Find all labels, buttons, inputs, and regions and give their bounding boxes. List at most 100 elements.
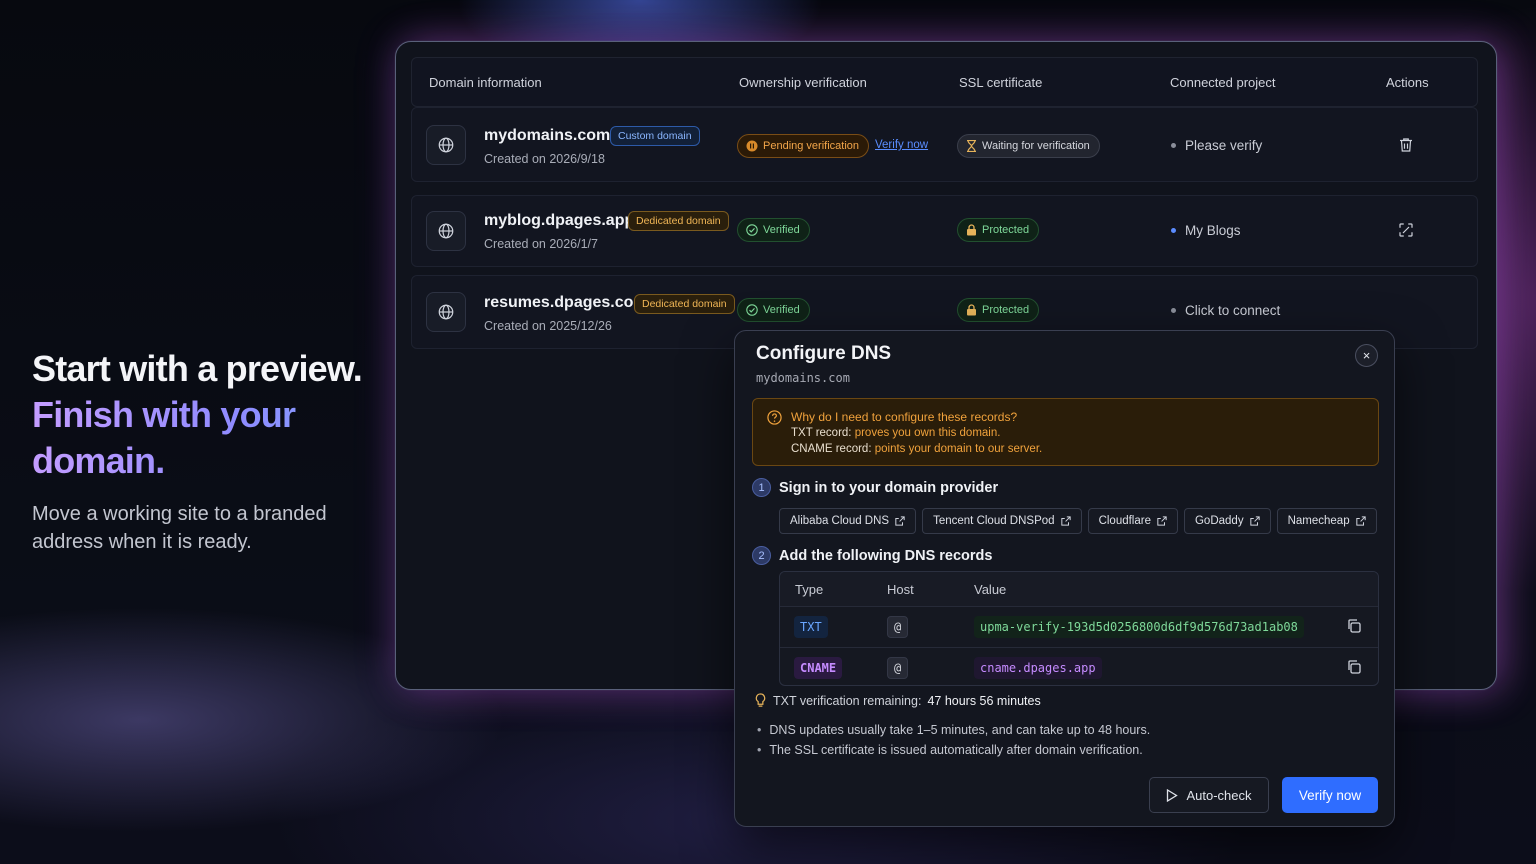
step-number: 1 bbox=[752, 478, 771, 497]
auto-check-button[interactable]: Auto-check bbox=[1149, 777, 1269, 813]
header-host: Host bbox=[887, 582, 914, 597]
copy-icon[interactable] bbox=[1346, 618, 1362, 634]
auto-check-label: Auto-check bbox=[1186, 787, 1252, 803]
table-header: Domain information Ownership verificatio… bbox=[411, 57, 1478, 107]
dns-table-header: Type Host Value bbox=[780, 572, 1378, 607]
record-value[interactable]: upma-verify-193d5d0256800d6df9d576d73ad1… bbox=[974, 616, 1304, 638]
project-link[interactable]: Please verify bbox=[1171, 138, 1262, 153]
hero-title-gradient: Finish with your domain. bbox=[32, 392, 402, 484]
copy-icon[interactable] bbox=[1346, 659, 1362, 675]
project-link[interactable]: Click to connect bbox=[1171, 303, 1280, 318]
domain-type-badge: Dedicated domain bbox=[634, 294, 735, 314]
record-host: @ bbox=[887, 657, 909, 679]
dns-records-table: Type Host Value TXT @ upma-verify-193d5d… bbox=[779, 571, 1379, 686]
record-value[interactable]: cname.dpages.app bbox=[974, 657, 1102, 679]
globe-icon bbox=[426, 292, 466, 332]
lock-icon bbox=[967, 304, 976, 316]
trash-icon[interactable] bbox=[1397, 136, 1417, 156]
external-link-icon bbox=[1060, 516, 1071, 526]
check-circle-icon bbox=[746, 224, 758, 236]
domain-name[interactable]: mydomains.com bbox=[484, 127, 610, 145]
hero: Start with a preview. Finish with your d… bbox=[32, 346, 402, 556]
hero-subtitle: Move a working site to a branded address… bbox=[32, 503, 327, 553]
external-link-icon bbox=[1355, 516, 1366, 526]
external-link-icon bbox=[1249, 516, 1260, 526]
header-project: Connected project bbox=[1170, 74, 1276, 90]
domain-type-badge: Custom domain bbox=[610, 126, 700, 146]
hourglass-icon bbox=[967, 140, 976, 152]
status-badge: Verified bbox=[737, 218, 810, 242]
remaining-label: TXT verification remaining: bbox=[773, 693, 922, 708]
status-label: Pending verification bbox=[763, 140, 860, 152]
provider-tencent-button[interactable]: Tencent Cloud DNSPod bbox=[922, 508, 1082, 534]
table-row[interactable]: myblog.dpages.app Dedicated domain Creat… bbox=[411, 195, 1478, 267]
created-date: Created on 2026/9/18 bbox=[484, 152, 605, 166]
info-notice: Why do I need to configure these records… bbox=[752, 398, 1379, 466]
header-actions: Actions bbox=[1386, 74, 1429, 90]
status-badge: Verified bbox=[737, 298, 810, 322]
verification-remaining: TXT verification remaining: 47 hours 56 … bbox=[754, 693, 1041, 708]
verify-now-link[interactable]: Verify now bbox=[875, 139, 928, 151]
project-label: Click to connect bbox=[1185, 303, 1281, 318]
ssl-label: Protected bbox=[982, 304, 1030, 316]
step-number: 2 bbox=[752, 546, 771, 565]
ssl-label: Waiting for verification bbox=[982, 140, 1090, 152]
lightbulb-icon bbox=[755, 693, 766, 707]
step-2: 2 Add the following DNS records bbox=[752, 546, 992, 565]
domain-name[interactable]: resumes.dpages.com bbox=[484, 294, 648, 312]
provider-namecheap-button[interactable]: Namecheap bbox=[1276, 508, 1377, 534]
status-badge: Pending verification bbox=[737, 134, 870, 158]
dns-record-row: CNAME @ cname.dpages.app bbox=[780, 647, 1378, 685]
close-icon[interactable]: × bbox=[1355, 344, 1378, 367]
configure-dns-dialog: Configure DNS mydomains.com × Why do I n… bbox=[734, 330, 1395, 827]
header-value: Value bbox=[974, 582, 1007, 597]
record-host: @ bbox=[887, 616, 909, 638]
dns-record-row: TXT @ upma-verify-193d5d0256800d6df9d576… bbox=[780, 607, 1378, 647]
ssl-badge: Protected bbox=[957, 218, 1040, 242]
question-icon bbox=[767, 410, 782, 425]
created-date: Created on 2026/1/7 bbox=[484, 237, 598, 251]
ssl-badge: Protected bbox=[957, 298, 1040, 322]
external-link-icon bbox=[1157, 516, 1167, 526]
play-icon bbox=[1167, 788, 1179, 802]
status-dot bbox=[1171, 308, 1176, 313]
globe-icon bbox=[426, 125, 466, 165]
domain-name[interactable]: myblog.dpages.app bbox=[484, 212, 634, 230]
table-row[interactable]: mydomains.com Custom domain Created on 2… bbox=[411, 107, 1478, 182]
verify-now-button[interactable]: Verify now bbox=[1282, 777, 1378, 813]
pending-icon bbox=[746, 140, 758, 152]
note-item: DNS updates usually take 1–5 minutes, an… bbox=[757, 723, 1150, 737]
unlink-icon[interactable] bbox=[1397, 221, 1417, 241]
provider-alibaba-button[interactable]: Alibaba Cloud DNS bbox=[779, 508, 917, 534]
status-label: Verified bbox=[763, 304, 800, 316]
step-title: Sign in to your domain provider bbox=[779, 479, 999, 496]
notice-cname: CNAME record: points your domain to our … bbox=[791, 443, 1043, 455]
provider-godaddy-button[interactable]: GoDaddy bbox=[1183, 508, 1271, 534]
remaining-value: 47 hours 56 minutes bbox=[927, 693, 1041, 708]
dialog-domain: mydomains.com bbox=[756, 371, 850, 385]
record-type: CNAME bbox=[794, 657, 843, 679]
header-type: Type bbox=[795, 582, 824, 597]
external-link-icon bbox=[895, 516, 905, 526]
lock-icon bbox=[967, 224, 976, 236]
domain-type-badge: Dedicated domain bbox=[628, 211, 729, 231]
project-label: Please verify bbox=[1185, 138, 1263, 153]
notice-question: Why do I need to configure these records… bbox=[791, 410, 1018, 424]
status-label: Verified bbox=[763, 224, 800, 236]
header-domain: Domain information bbox=[429, 74, 542, 90]
provider-cloudflare-button[interactable]: Cloudflare bbox=[1087, 508, 1178, 534]
header-ssl: SSL certificate bbox=[959, 74, 1043, 90]
record-type: TXT bbox=[794, 616, 828, 638]
step-1: 1 Sign in to your domain provider bbox=[752, 478, 998, 497]
domains-table: Domain information Ownership verificatio… bbox=[411, 57, 1478, 349]
globe-icon bbox=[426, 211, 466, 251]
hero-title: Start with a preview. bbox=[32, 348, 363, 389]
provider-list: Alibaba Cloud DNS Tencent Cloud DNSPod C… bbox=[779, 508, 1377, 534]
check-circle-icon bbox=[746, 304, 758, 316]
ssl-badge: Waiting for verification bbox=[957, 134, 1100, 158]
notice-txt: TXT record: proves you own this domain. bbox=[791, 427, 1001, 439]
project-link[interactable]: My Blogs bbox=[1171, 223, 1241, 238]
note-item: The SSL certificate is issued automatica… bbox=[757, 743, 1142, 757]
step-title: Add the following DNS records bbox=[779, 547, 993, 564]
created-date: Created on 2025/12/26 bbox=[484, 319, 612, 333]
